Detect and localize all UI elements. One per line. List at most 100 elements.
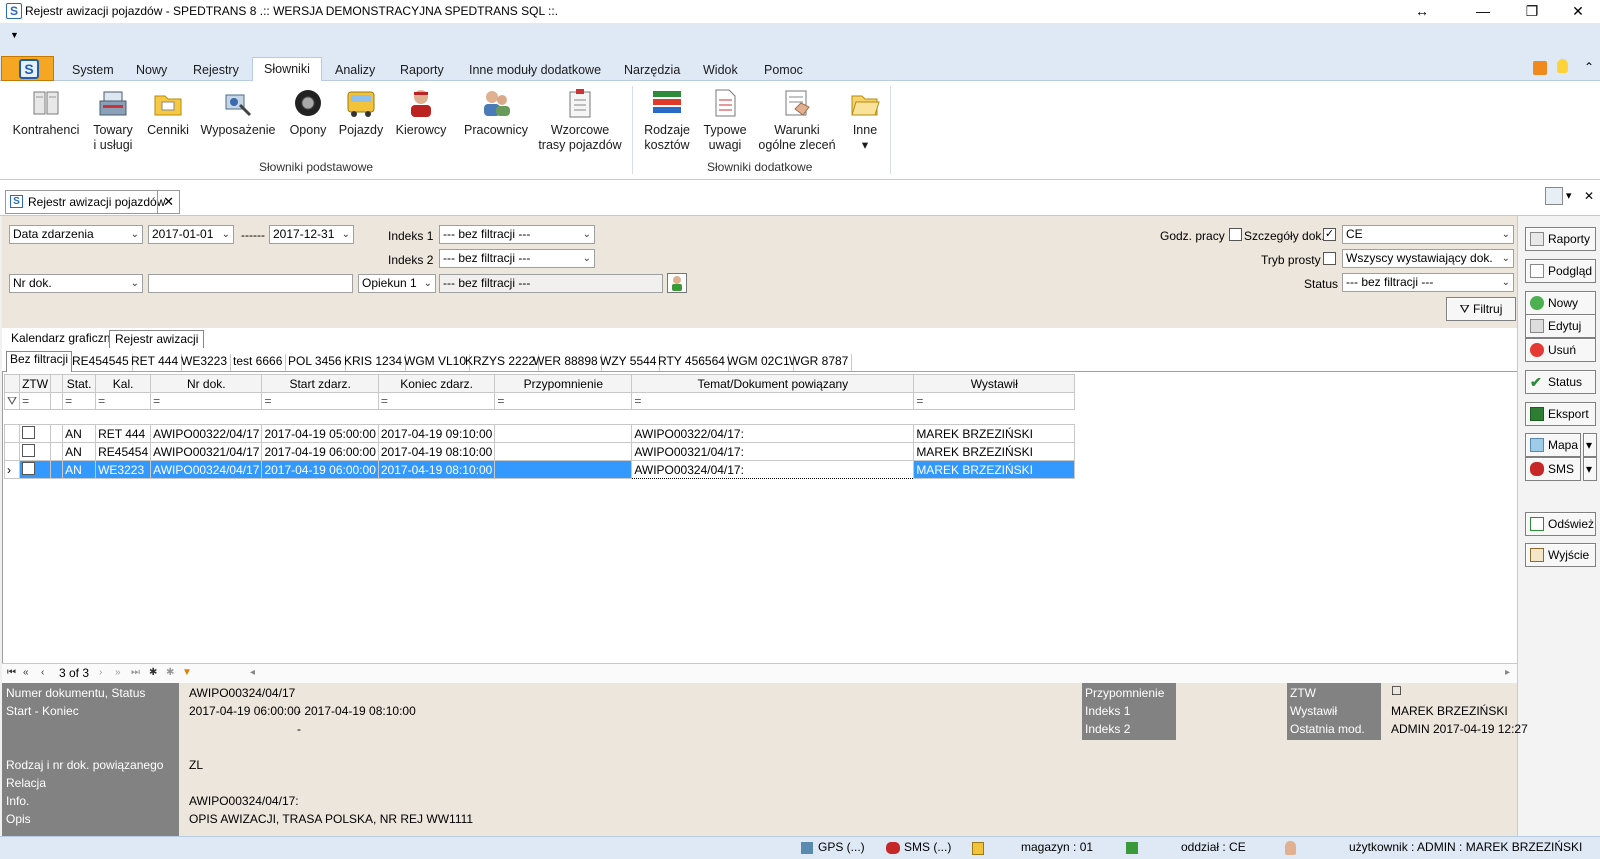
add-copy-button[interactable]: ✱: [166, 667, 174, 678]
filter-icon[interactable]: ▼: [182, 667, 192, 678]
date-from-input[interactable]: 2017-01-01 ⌄: [148, 225, 234, 244]
odswiez-button[interactable]: Odśwież: [1525, 512, 1596, 536]
typowe-uwagi-button[interactable]: Typowe uwagi: [699, 87, 751, 153]
add-record-button[interactable]: ✱: [149, 667, 157, 678]
filter-tab[interactable]: WZY 5544: [597, 354, 661, 371]
column-header-icons[interactable]: [3, 374, 21, 393]
close-window-button[interactable]: ✕: [1556, 0, 1600, 23]
opony-button[interactable]: Opony: [283, 87, 333, 138]
tab-slowniki[interactable]: Słowniki: [252, 57, 322, 82]
filter-tab[interactable]: WGM VL10: [401, 354, 471, 371]
tab-kalendarz[interactable]: Kalendarz graficzny: [6, 330, 121, 348]
branch-select[interactable]: CE ⌄: [1342, 225, 1514, 244]
column-header-start[interactable]: Start zdarz.: [261, 374, 379, 393]
table-row-selected[interactable]: › AN WE3223 AWIPO00324/04/17 2017-04-19 …: [3, 460, 1076, 479]
kierowcy-button[interactable]: Kierowcy: [392, 87, 450, 138]
filter-cell[interactable]: =: [631, 392, 915, 410]
podglad-button[interactable]: Podgląd: [1525, 259, 1596, 283]
column-header-flag[interactable]: [50, 374, 64, 393]
tab-narzedzia[interactable]: Narzędzia: [613, 60, 691, 82]
edytuj-button[interactable]: Edytuj: [1525, 314, 1596, 338]
usun-button[interactable]: Usuń: [1525, 338, 1596, 362]
filter-tab[interactable]: test 6666: [230, 354, 287, 371]
filter-tab[interactable]: POL 3456: [285, 354, 346, 371]
tab-raporty[interactable]: Raporty: [389, 60, 455, 82]
status-select[interactable]: --- bez filtracji --- ⌄: [1342, 273, 1514, 292]
scroll-right-icon[interactable]: ▸: [1505, 667, 1510, 678]
warunki-button[interactable]: Warunki ogólne zleceń: [757, 87, 837, 153]
filter-cell[interactable]: =: [377, 392, 496, 410]
date-to-input[interactable]: 2017-12-31 ⌄: [269, 225, 354, 244]
app-menu-button[interactable]: S: [1, 56, 54, 81]
filtruj-button[interactable]: ⛛ Filtruj: [1446, 297, 1516, 321]
minimize-button[interactable]: —: [1461, 0, 1505, 23]
mapa-dropdown[interactable]: ▾: [1583, 433, 1597, 457]
filter-cell[interactable]: =: [150, 392, 263, 410]
filter-tab[interactable]: KRZYS 2222: [462, 354, 540, 371]
filter-tab[interactable]: WE3223: [178, 354, 232, 371]
last-record-button[interactable]: ⏭: [131, 667, 140, 678]
tab-system[interactable]: System: [61, 60, 125, 82]
raporty-button[interactable]: Raporty: [1525, 227, 1596, 251]
rss-icon[interactable]: [1533, 61, 1547, 75]
column-header-temat[interactable]: Temat/Dokument powiązany: [631, 374, 915, 393]
wzorcowe-trasy-button[interactable]: Wzorcowe trasy pojazdów: [537, 87, 623, 153]
filter-cell[interactable]: =: [261, 392, 379, 410]
eksport-button[interactable]: Eksport: [1525, 402, 1596, 426]
pojazdy-button[interactable]: Pojazdy: [336, 87, 386, 138]
towary-button[interactable]: Towary i usługi: [88, 87, 138, 153]
column-header-kal[interactable]: Kal.: [95, 374, 152, 393]
column-header-przypomnienie[interactable]: Przypomnienie: [494, 374, 633, 393]
doc-field-select[interactable]: Nr dok. ⌄: [9, 274, 143, 293]
filter-tab[interactable]: RTY 456564: [655, 354, 729, 371]
inne-button[interactable]: Inne ▾: [843, 87, 887, 153]
prev-page-button[interactable]: «: [23, 667, 29, 678]
opiekun-value-field[interactable]: --- bez filtracji ---: [439, 274, 663, 293]
doc-close-icon[interactable]: ✕: [1584, 189, 1594, 203]
column-header-nr-dok[interactable]: Nr dok.: [150, 374, 263, 393]
tab-inne-moduly[interactable]: Inne moduły dodatkowe: [458, 60, 612, 82]
wystawiajacy-select[interactable]: Wszyscy wystawiający dok. ⌄: [1342, 249, 1514, 268]
column-header-wystawil[interactable]: Wystawił: [913, 374, 1076, 393]
tab-rejestry[interactable]: Rejestry: [182, 60, 250, 82]
nowy-button[interactable]: Nowy: [1525, 291, 1596, 315]
date-field-select[interactable]: Data zdarzenia ⌄: [9, 225, 143, 244]
sms-button[interactable]: SMS: [1525, 457, 1581, 481]
table-row[interactable]: AN RE45454 AWIPO00321/04/17 2017-04-19 0…: [3, 442, 1076, 461]
szczegoly-checkbox[interactable]: [1229, 228, 1242, 241]
column-header-stat[interactable]: Stat.: [62, 374, 97, 393]
index2-select[interactable]: --- bez filtracji --- ⌄: [439, 249, 595, 268]
doc-number-input[interactable]: [148, 274, 353, 293]
tryb-prosty-checkbox[interactable]: [1323, 252, 1336, 265]
search-tool-icon[interactable]: [1545, 187, 1563, 205]
mapa-button[interactable]: Mapa: [1525, 433, 1581, 457]
cenniki-button[interactable]: Cenniki: [143, 87, 193, 138]
kontrahenci-button[interactable]: Kontrahenci: [10, 87, 82, 138]
tab-nowy[interactable]: Nowy: [125, 60, 178, 82]
next-page-button[interactable]: »: [115, 667, 121, 678]
wyposazenie-button[interactable]: Wyposażenie: [198, 87, 278, 138]
next-record-button[interactable]: ›: [99, 667, 102, 678]
index1-select[interactable]: --- bez filtracji --- ⌄: [439, 225, 595, 244]
ce-checkbox[interactable]: ✓: [1323, 228, 1336, 241]
filter-tab[interactable]: WGR 8787: [786, 354, 853, 371]
ztw-checkbox[interactable]: [22, 425, 36, 439]
filter-cell[interactable]: [50, 392, 64, 410]
opiekun-select[interactable]: Opiekun 1 ⌄: [358, 274, 436, 293]
filter-cell[interactable]: =: [19, 392, 52, 410]
tab-analizy[interactable]: Analizy: [324, 60, 386, 82]
scroll-left-icon[interactable]: ◂: [250, 667, 255, 678]
ztw-checkbox[interactable]: [22, 443, 36, 457]
filter-tab[interactable]: WGM 02C1: [724, 354, 794, 371]
qat-dropdown-icon[interactable]: ▼: [10, 30, 19, 40]
ztw-checkbox[interactable]: [22, 461, 36, 475]
filter-tab[interactable]: RE454545: [69, 354, 133, 371]
filter-cell[interactable]: =: [95, 392, 152, 410]
person-picker-icon[interactable]: [667, 273, 687, 293]
rodzaje-kosztow-button[interactable]: Rodzaje kosztów: [641, 87, 693, 153]
filter-tab[interactable]: RET 444: [128, 354, 183, 371]
tab-rejestr-awizacji[interactable]: Rejestr awizacji: [109, 330, 205, 348]
lightbulb-icon[interactable]: [1557, 59, 1568, 73]
wyjscie-button[interactable]: Wyjście: [1525, 543, 1596, 567]
sms-dropdown[interactable]: ▾: [1583, 457, 1597, 481]
